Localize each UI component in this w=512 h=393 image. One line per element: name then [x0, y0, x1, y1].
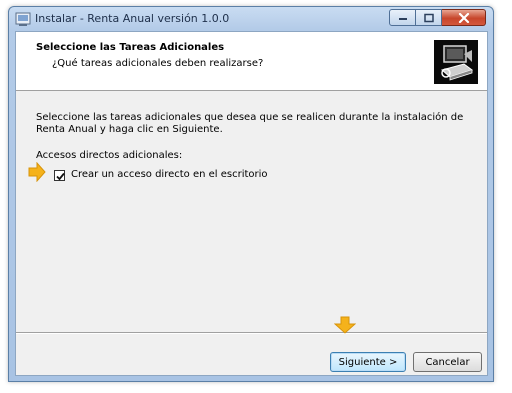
- title-bar[interactable]: Instalar - Renta Anual versión 1.0.0: [9, 7, 493, 31]
- close-button[interactable]: [442, 9, 486, 26]
- installer-app-icon: [15, 12, 31, 26]
- desktop-shortcut-checkbox[interactable]: [54, 170, 65, 181]
- page-subtitle: ¿Qué tareas adicionales deben realizarse…: [52, 58, 264, 69]
- arrow-down-icon: [334, 316, 356, 334]
- cancel-button[interactable]: Cancelar: [413, 352, 482, 372]
- wizard-header: Seleccione las Tareas Adicionales ¿Qué t…: [16, 32, 487, 91]
- page-title: Seleccione las Tareas Adicionales: [36, 42, 225, 53]
- wizard-description: Seleccione las tareas adicionales que de…: [36, 112, 464, 135]
- minimize-icon: [398, 17, 407, 20]
- maximize-button[interactable]: [416, 9, 442, 26]
- next-button[interactable]: Siguiente >: [330, 352, 406, 372]
- checkmark-icon: [56, 172, 65, 181]
- wizard-client-area: Seleccione las Tareas Adicionales ¿Qué t…: [15, 31, 488, 376]
- section-label: Accesos directos adicionales:: [36, 150, 183, 161]
- desktop-shortcut-label[interactable]: Crear un acceso directo en el escritorio: [71, 169, 268, 180]
- installer-logo-icon: [434, 40, 478, 84]
- installer-window: Instalar - Renta Anual versión 1.0.0 Sel…: [8, 6, 494, 382]
- footer-separator: [16, 332, 487, 334]
- close-icon: [458, 12, 469, 23]
- arrow-right-icon: [28, 162, 46, 182]
- minimize-button[interactable]: [389, 9, 416, 26]
- maximize-icon: [423, 13, 434, 22]
- window-title: Instalar - Renta Anual versión 1.0.0: [35, 12, 230, 25]
